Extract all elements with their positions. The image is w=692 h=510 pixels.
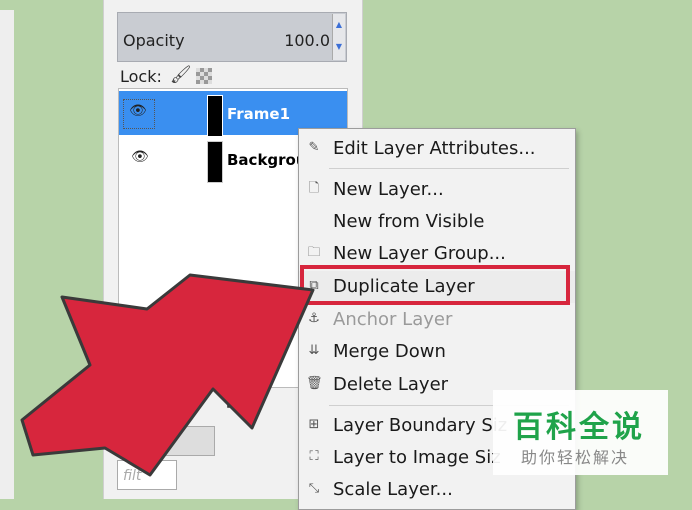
watermark: 百科全说 助你轻松解决 (493, 390, 668, 475)
watermark-title: 百科全说 (513, 410, 645, 445)
watermark-subtitle: 助你轻松解决 (521, 448, 630, 467)
